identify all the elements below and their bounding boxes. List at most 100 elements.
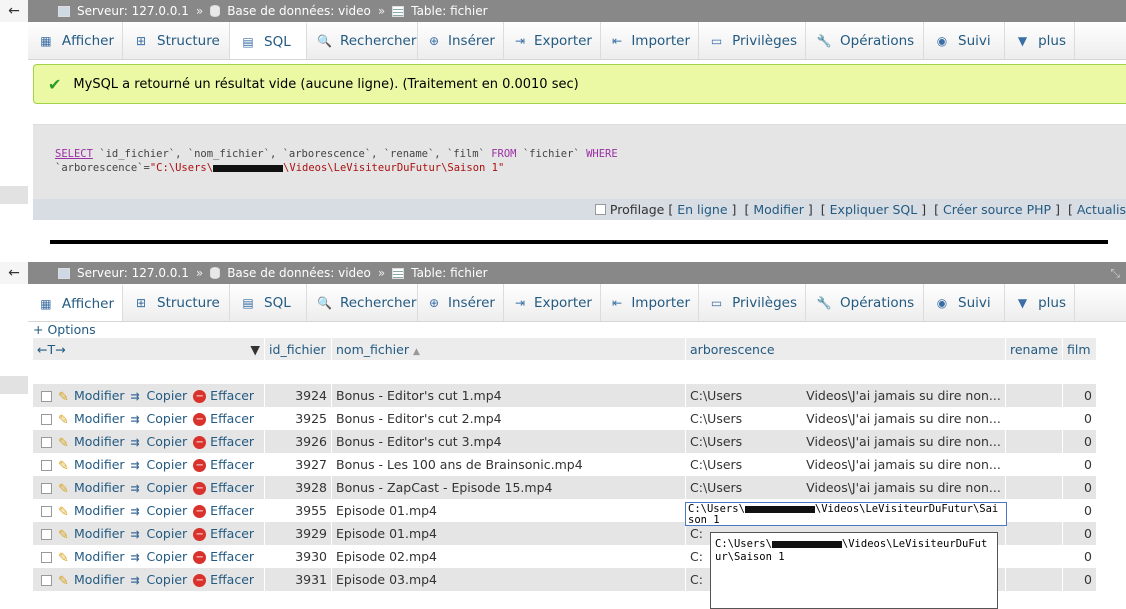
row-copy-link[interactable]: Copier (147, 549, 188, 564)
cell-film[interactable]: 0 (1062, 407, 1097, 430)
breadcrumb-database[interactable]: Base de données: video (227, 266, 371, 280)
row-delete-link[interactable]: Effacer (210, 572, 254, 587)
tab-sql[interactable]: ▤ SQL (230, 22, 307, 59)
sql-keyword-select[interactable]: SELECT (55, 148, 93, 160)
back-arrow-button[interactable]: ← (0, 262, 28, 284)
row-checkbox[interactable] (41, 529, 52, 540)
cell-id-fichier[interactable]: 3930 (264, 545, 332, 568)
cell-rename[interactable] (1005, 453, 1064, 476)
delete-icon[interactable]: − (193, 574, 207, 587)
cell-film[interactable]: 0 (1062, 545, 1097, 568)
tab-rechercher[interactable]: 🔍 Rechercher (307, 284, 418, 321)
pencil-icon[interactable]: ✎ (58, 574, 71, 589)
cell-nom-fichier[interactable]: Episode 01.mp4 (331, 522, 687, 545)
tab-operations[interactable]: 🔧 Opérations (806, 284, 924, 321)
row-copy-link[interactable]: Copier (147, 572, 188, 587)
cell-id-fichier[interactable]: 3927 (264, 453, 332, 476)
row-checkbox[interactable] (41, 391, 52, 402)
cell-rename[interactable] (1005, 522, 1064, 545)
tab-exporter[interactable]: ⇥ Exporter (504, 22, 601, 59)
row-checkbox[interactable] (41, 437, 52, 448)
cell-rename[interactable] (1005, 499, 1064, 522)
cell-nom-fichier[interactable]: Bonus - ZapCast - Episode 15.mp4 (331, 476, 687, 499)
pencil-icon[interactable]: ✎ (58, 413, 71, 428)
breadcrumb-table[interactable]: Table: fichier (411, 266, 487, 280)
cell-id-fichier[interactable]: 3926 (264, 430, 332, 453)
row-edit-link[interactable]: Modifier (74, 549, 125, 564)
row-edit-link[interactable]: Modifier (74, 411, 125, 426)
collapse-icon[interactable]: ⤡ (1110, 266, 1120, 281)
sql-query-text[interactable]: SELECT `id_fichier`, `nom_fichier`, `arb… (55, 147, 1115, 175)
tab-structure[interactable]: ⊞ Structure (123, 22, 230, 59)
cell-film[interactable]: 0 (1062, 453, 1097, 476)
cell-film[interactable]: 0 (1062, 476, 1097, 499)
tab-afficher[interactable]: ▦ Afficher (28, 22, 123, 59)
copy-icon[interactable]: ⇉ (131, 390, 144, 403)
delete-icon[interactable]: − (193, 390, 207, 403)
cell-nom-fichier[interactable]: Bonus - Les 100 ans de Brainsonic.mp4 (331, 453, 687, 476)
tab-suivi[interactable]: ◉ Suivi (924, 22, 1005, 59)
cell-arborescence[interactable]: C:\Users Videos\J'ai jamais su dire non..… (685, 407, 1006, 430)
cell-id-fichier[interactable]: 3925 (264, 407, 332, 430)
cell-arborescence[interactable]: C:\Users Videos\J'ai jamais su dire non..… (685, 453, 1006, 476)
copy-icon[interactable]: ⇉ (131, 459, 144, 472)
cell-film[interactable]: 0 (1062, 499, 1097, 522)
breadcrumb-table[interactable]: Table: fichier (411, 4, 487, 18)
copy-icon[interactable]: ⇉ (131, 574, 144, 587)
row-edit-link[interactable]: Modifier (74, 480, 125, 495)
tab-suivi[interactable]: ◉ Suivi (924, 284, 1005, 321)
link-en-ligne[interactable]: En ligne (677, 202, 727, 217)
cell-rename[interactable] (1005, 407, 1064, 430)
row-copy-link[interactable]: Copier (147, 526, 188, 541)
row-delete-link[interactable]: Effacer (210, 411, 254, 426)
row-delete-link[interactable]: Effacer (210, 457, 254, 472)
back-arrow-button[interactable]: ← (0, 0, 28, 22)
row-delete-link[interactable]: Effacer (210, 549, 254, 564)
pencil-icon[interactable]: ✎ (58, 390, 71, 405)
row-checkbox[interactable] (41, 506, 52, 517)
breadcrumb-database[interactable]: Base de données: video (227, 4, 371, 18)
header-rename[interactable]: rename (1005, 338, 1064, 360)
copy-icon[interactable]: ⇉ (131, 505, 144, 518)
copy-icon[interactable]: ⇉ (131, 551, 144, 564)
tab-rechercher[interactable]: 🔍 Rechercher (307, 22, 418, 59)
header-nom-fichier[interactable]: nom_fichier ▲ (331, 338, 687, 360)
tab-afficher[interactable]: ▦ Afficher (28, 284, 123, 321)
pencil-icon[interactable]: ✎ (58, 505, 71, 520)
cell-film[interactable]: 0 (1062, 522, 1097, 545)
cell-rename[interactable] (1005, 568, 1064, 591)
tab-inserer[interactable]: ⊕ Insérer (418, 284, 504, 321)
delete-icon[interactable]: − (193, 482, 207, 495)
delete-icon[interactable]: − (193, 413, 207, 426)
row-checkbox[interactable] (41, 414, 52, 425)
cell-id-fichier[interactable]: 3955 (264, 499, 332, 522)
row-checkbox[interactable] (41, 483, 52, 494)
delete-icon[interactable]: − (193, 551, 207, 564)
profilage-checkbox[interactable] (594, 204, 606, 215)
row-checkbox[interactable] (41, 460, 52, 471)
row-copy-link[interactable]: Copier (147, 457, 188, 472)
row-checkbox[interactable] (41, 552, 52, 563)
row-checkbox[interactable] (41, 575, 52, 586)
cell-rename[interactable] (1005, 430, 1064, 453)
cell-arborescence[interactable]: C:\Users Videos\J'ai jamais su dire non..… (685, 476, 1006, 499)
chevron-down-icon[interactable]: ▼ (250, 342, 260, 357)
column-arrows-icon[interactable]: ←T→ (37, 342, 66, 357)
pencil-icon[interactable]: ✎ (58, 436, 71, 451)
cell-id-fichier[interactable]: 3928 (264, 476, 332, 499)
copy-icon[interactable]: ⇉ (131, 413, 144, 426)
cell-id-fichier[interactable]: 3931 (264, 568, 332, 591)
tab-structure[interactable]: ⊞ Structure (123, 284, 230, 321)
cell-nom-fichier[interactable]: Episode 01.mp4 (331, 499, 687, 522)
tab-importer[interactable]: ⇤ Importer (601, 284, 699, 321)
header-arborescence[interactable]: arborescence (685, 338, 1006, 360)
pencil-icon[interactable]: ✎ (58, 482, 71, 497)
copy-icon[interactable]: ⇉ (131, 436, 144, 449)
cell-rename[interactable] (1005, 545, 1064, 568)
row-delete-link[interactable]: Effacer (210, 388, 254, 403)
options-link[interactable]: + Options (33, 322, 96, 337)
cell-arborescence[interactable]: C:\Users Videos\J'ai jamais su dire non..… (685, 430, 1006, 453)
delete-icon[interactable]: − (193, 436, 207, 449)
cell-nom-fichier[interactable]: Episode 02.mp4 (331, 545, 687, 568)
row-edit-link[interactable]: Modifier (74, 572, 125, 587)
